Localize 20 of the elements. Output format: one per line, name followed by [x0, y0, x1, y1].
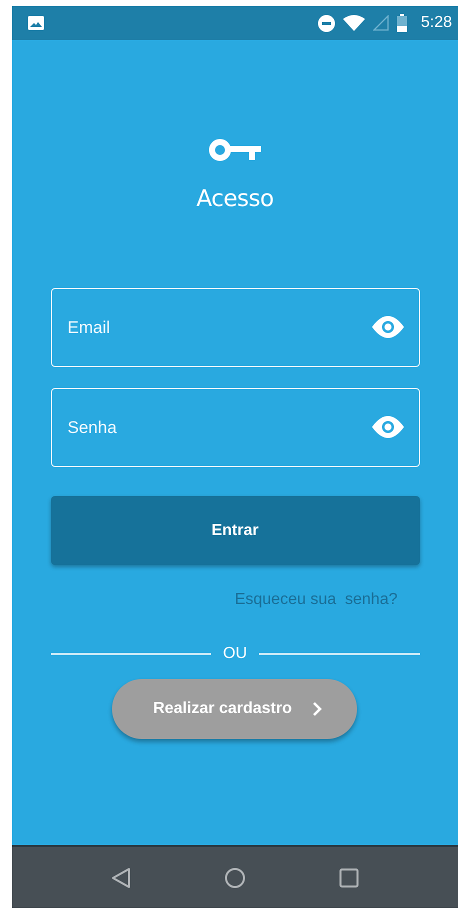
register-button[interactable]: Realizar cardastro [112, 679, 357, 739]
input-field[interactable]: Email [50, 288, 420, 367]
login-button[interactable]: Entrar [50, 496, 420, 565]
back-icon[interactable] [111, 866, 131, 888]
chevron-icon [312, 701, 322, 717]
forgot-password-link[interactable]: Esqueceu sua senha? [234, 591, 398, 609]
do-not-disturb-icon [318, 14, 335, 32]
wifi-icon [342, 15, 365, 31]
divider-label: OU [223, 645, 247, 663]
image-icon [28, 16, 44, 30]
eye-icon[interactable] [372, 416, 404, 438]
eye-icon[interactable] [372, 316, 404, 338]
signal-icon [372, 15, 389, 31]
clock-time: 5:28 [420, 14, 452, 32]
home-icon[interactable] [224, 866, 246, 888]
battery-icon [396, 14, 407, 32]
input-field[interactable]: Senha [50, 388, 420, 467]
recents-icon[interactable] [339, 868, 359, 888]
key-icon [209, 138, 261, 162]
screen-title: Acesso [196, 186, 274, 212]
